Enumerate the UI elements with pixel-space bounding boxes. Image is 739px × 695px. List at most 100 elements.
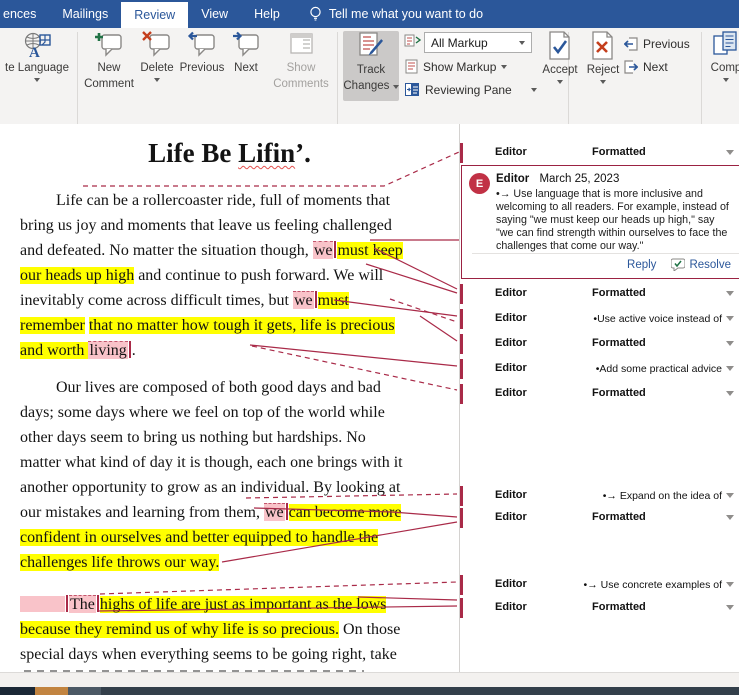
resolve-button[interactable]: Resolve [671, 258, 731, 271]
previous-change-button[interactable]: Previous [624, 37, 690, 51]
delete-comment-button[interactable]: Delete [137, 31, 177, 82]
insertion-mark [286, 503, 288, 520]
reject-button[interactable]: Reject [584, 31, 622, 84]
show-markup-label: Show Markup [423, 60, 496, 74]
text-run: matter what kind of day it is though, ea… [20, 454, 403, 471]
previous-comment-button[interactable]: Previous [179, 31, 225, 75]
accept-button[interactable]: Accept [541, 31, 579, 84]
reply-label: Reply [627, 259, 656, 271]
tab-ences[interactable]: ences [0, 0, 49, 28]
next-comment-button[interactable]: Next [227, 31, 265, 75]
chevron-down-icon[interactable] [726, 582, 734, 587]
translate-language-button[interactable]: A te Language [0, 31, 74, 82]
comment-card[interactable]: E Editor March 25, 2023 •→ Use language … [461, 165, 739, 279]
document-page[interactable]: Life Be Lifin’. Life can be a rollercoas… [0, 124, 459, 672]
revision-description: •→ Expand on the idea of [603, 490, 722, 502]
document-line: Life can be a rollercoaster ride, full o… [56, 190, 390, 211]
taskbar[interactable] [0, 687, 739, 695]
revision-row[interactable]: EditorFormatted [460, 599, 739, 617]
revision-row[interactable]: Editor•→ Use concrete examples of [460, 576, 739, 594]
track-changes-button[interactable]: Track Changes [343, 31, 399, 101]
document-line: matter what kind of day it is though, ea… [20, 452, 403, 473]
revision-row[interactable]: Editor•Use active voice instead of [460, 310, 739, 328]
text-run: days; some days where we feel on top of … [20, 404, 385, 421]
new-comment-label-2: Comment [84, 77, 134, 91]
taskbar-segment [68, 687, 101, 695]
document-line: Our lives are composed of both good days… [56, 377, 381, 398]
inserted-text: The [69, 595, 96, 613]
language-button-label: te Language [5, 61, 69, 75]
tab-help[interactable]: Help [241, 0, 293, 28]
text-run: . [132, 342, 136, 359]
avatar: E [469, 173, 490, 194]
chevron-down-icon[interactable] [726, 341, 734, 346]
display-for-review-combobox[interactable]: All Markup [424, 32, 532, 53]
chevron-down-icon[interactable] [726, 150, 734, 155]
change-bar [460, 309, 463, 329]
revision-row[interactable]: EditorFormatted [460, 509, 739, 527]
new-comment-button[interactable]: New Comment [84, 31, 134, 91]
document-line: another opportunity to grow as an indivi… [20, 477, 400, 498]
show-comments-label-1: Show [287, 61, 316, 75]
insertion-mark [315, 291, 317, 308]
revision-row[interactable]: Editor•→ Expand on the idea of [460, 487, 739, 505]
reply-button[interactable]: Reply [609, 258, 656, 271]
ribbon-tab-bar: encesMailingsReviewViewHelp Tell me what… [0, 0, 739, 28]
compare-icon [711, 31, 739, 59]
delete-comment-label: Delete [140, 61, 173, 75]
chevron-down-icon[interactable] [726, 291, 734, 296]
revision-description: •→ Use concrete examples of [584, 579, 722, 591]
resolve-icon [671, 258, 685, 271]
revision-row[interactable]: Editor Formatted [460, 285, 739, 303]
change-bar [460, 384, 463, 404]
track-changes-label-2: Changes [343, 79, 398, 93]
highlighted-text: highs of life are just as important as t… [100, 596, 387, 613]
next-change-button[interactable]: Next [624, 60, 668, 74]
tab-view[interactable]: View [188, 0, 241, 28]
previous-comment-icon [187, 31, 217, 59]
chevron-down-icon[interactable] [726, 493, 734, 498]
document-line: challenges life throws our way. [20, 552, 219, 573]
chevron-down-icon[interactable] [726, 366, 734, 371]
chevron-down-icon [154, 78, 160, 82]
highlighted-text: and worth [20, 342, 88, 359]
tab-list: encesMailingsReviewViewHelp [0, 0, 293, 28]
chevron-down-icon[interactable] [726, 605, 734, 610]
text-run: our mistakes and learning from them, [20, 504, 264, 521]
chevron-down-icon[interactable] [726, 316, 734, 321]
accept-label: Accept [542, 63, 577, 77]
revision-description: •Add some practical advice [596, 363, 722, 375]
chevron-down-icon[interactable] [726, 515, 734, 520]
revision-description: Formatted [592, 511, 646, 523]
tab-mailings[interactable]: Mailings [49, 0, 121, 28]
document-line: other days seem to bring us nothing but … [20, 427, 366, 448]
tab-review[interactable]: Review [121, 2, 188, 28]
revision-row[interactable]: EditorFormatted [460, 335, 739, 353]
reject-icon [589, 31, 617, 61]
text-run: special days when everything seems to be… [20, 646, 397, 663]
document-line: inevitably come across difficult times, … [20, 290, 349, 311]
revision-author: Editor [495, 146, 527, 158]
revision-author: Editor [495, 312, 527, 324]
revision-row[interactable]: EditorFormatted [460, 385, 739, 403]
revision-row[interactable]: Editor•Add some practical advice [460, 360, 739, 378]
show-markup-button[interactable]: Show Markup [405, 59, 507, 74]
highlighted-text: confident in ourselves and better equipp… [20, 529, 378, 546]
reviewing-pane-icon [404, 82, 420, 97]
compare-button[interactable]: Comp [706, 31, 739, 82]
revision-author: Editor [495, 287, 527, 299]
chevron-down-icon[interactable] [726, 391, 734, 396]
next-change-label: Next [643, 60, 668, 74]
revision-row[interactable]: EditorFormatted [460, 144, 739, 162]
svg-text:A: A [29, 45, 40, 59]
word-window: encesMailingsReviewViewHelp Tell me what… [0, 0, 739, 695]
chevron-down-icon [557, 80, 563, 84]
text-run: Our lives are composed of both good days… [56, 379, 381, 396]
tell-me-box[interactable]: Tell me what you want to do [299, 0, 493, 28]
document-line: and defeated. No matter the situation th… [20, 240, 403, 261]
show-comments-button: Show Comments [270, 31, 332, 91]
revision-description: Formatted [592, 287, 646, 299]
accept-icon [546, 31, 574, 61]
reviewing-pane-button[interactable]: Reviewing Pane [404, 82, 537, 97]
markup-panel: Editor Formatted Editor Formatted Editor•Use… [460, 124, 739, 672]
